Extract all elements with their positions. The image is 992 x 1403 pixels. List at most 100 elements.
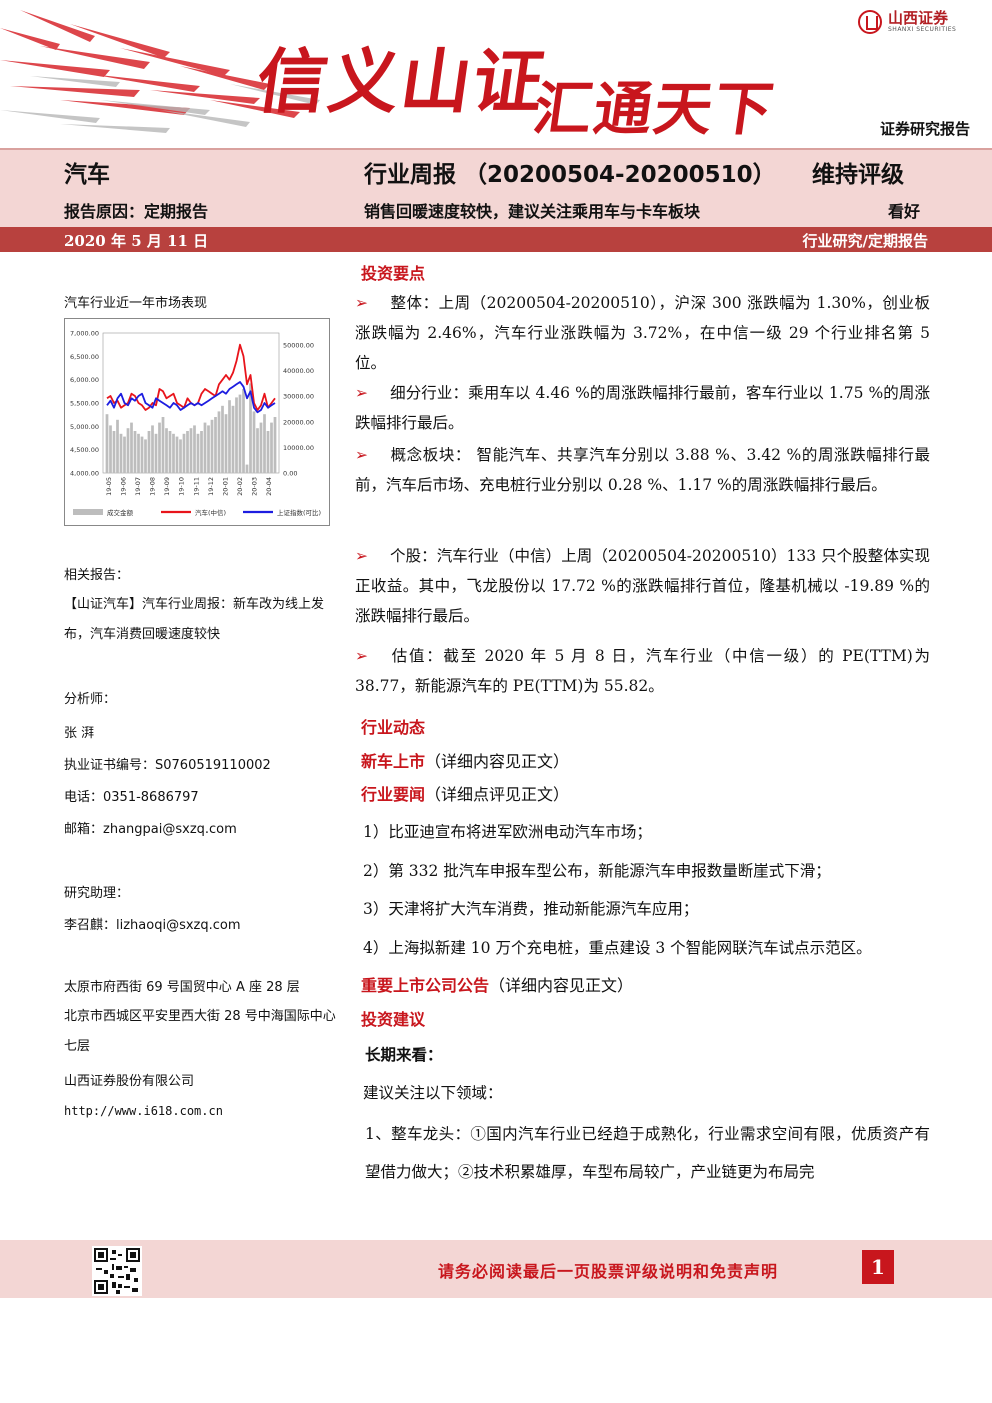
volume-bar: [137, 433, 140, 473]
bullet-overall: ➢ 整体：上周（20200504-20200510），沪深 300 涨跌幅为 1.…: [355, 288, 930, 378]
assistant-label: 研究助理：: [64, 886, 130, 901]
volume-bar: [214, 417, 217, 473]
analyst-name: 张 湃: [64, 726, 95, 741]
x-tick-label: 19-10: [178, 477, 186, 496]
disclaimer: 请务必阅读最后一页股票评级说明和免责声明: [438, 1262, 779, 1281]
volume-bar: [193, 425, 196, 473]
volume-bar: [109, 425, 112, 473]
x-tick-label: 20-02: [236, 477, 244, 496]
volume-bar: [238, 394, 242, 473]
volume-bar: [147, 431, 151, 473]
market-chart-svg: 7,000.00 6,500.00 6,000.00 5,500.00 5,000.00…: [70, 330, 321, 518]
date-band: 2020 年 5 月 11 日 行业研究/定期报告: [0, 227, 992, 252]
volume-bar: [252, 411, 256, 473]
bullet-arrow-icon: ➢: [355, 446, 368, 464]
y-right-tick-label: 50000.00: [283, 342, 314, 350]
assistant-contact[interactable]: 李召麒：lizhaoqi@sxzq.com: [64, 914, 241, 933]
x-tick-label: 19-08: [149, 477, 157, 496]
volume-bar: [210, 419, 214, 473]
volume-bar: [161, 417, 165, 473]
report-reason: 报告原因：定期报告: [64, 202, 209, 221]
volume-bar: [154, 433, 158, 473]
volume-bar: [200, 431, 203, 473]
volume-bar: [221, 405, 224, 473]
volume-bar: [140, 436, 144, 473]
y-right-tick-label: 10000.00: [283, 444, 314, 452]
legend-swatch: [73, 509, 103, 515]
volume-bar: [245, 464, 249, 473]
x-tick-label: 19-07: [134, 477, 142, 496]
volume-bar: [203, 422, 207, 473]
news-item: 1）比亚迪宣布将进军欧洲电动汽车市场；: [363, 823, 652, 841]
section-advice: 投资建议: [361, 1010, 426, 1029]
volume-bar: [231, 405, 235, 473]
related-label: 相关报告：: [64, 568, 130, 583]
bullet-concept: ➢ 概念板块： 智能汽车、共享汽车分别以 3.88 %、3.42 %的周涨跌幅排行…: [355, 440, 930, 500]
bullet-arrow-icon: ➢: [355, 647, 368, 665]
volume-bar: [224, 414, 228, 473]
volume-bar: [186, 431, 189, 473]
website-link[interactable]: http://www.i618.com.cn: [64, 1104, 223, 1118]
news-item: 4）上海拟新建 10 万个充电桩，重点建设 3 个智能网联汽车试点示范区。: [363, 939, 872, 957]
section-announcements: 重要上市公司公告（详细内容见正文）: [361, 976, 634, 995]
volume-bar: [235, 397, 238, 473]
cert-number: 执业证书编号：S0760519110002: [64, 758, 271, 773]
bullet-arrow-icon: ➢: [355, 547, 368, 565]
page-number: 1: [862, 1250, 894, 1284]
legend-label: 汽车(中信): [195, 508, 226, 517]
volume-bar: [144, 439, 147, 473]
analyst-label: 分析师：: [64, 692, 117, 707]
volume-bar: [263, 414, 266, 473]
y-right-tick-label: 20000.00: [283, 418, 314, 426]
email-link[interactable]: 邮箱：zhangpai@sxzq.com: [64, 818, 237, 837]
advice-point-1: 1、整车龙头：①国内汽车行业已经趋于成熟化，行业需求空间有限，优质资产有望借力做…: [365, 1125, 930, 1181]
news-item: 3）天津将扩大汽车消费，推动新能源汽车应用；: [363, 900, 699, 918]
volume-bar: [168, 431, 172, 473]
industry-label: 汽车: [64, 162, 110, 188]
x-tick-label: 19-09: [163, 477, 171, 496]
legend-label: 上证指数(可比): [277, 508, 321, 517]
volume-bar: [130, 422, 133, 473]
bullet-arrow-icon: ➢: [355, 294, 368, 312]
bullet-arrow-icon: ➢: [355, 384, 368, 402]
y-left-tick-label: 5,500.00: [70, 400, 99, 408]
y-left-tick-label: 5,000.00: [70, 423, 99, 431]
y-left-tick-label: 7,000.00: [70, 330, 99, 338]
section-news: 行业要闻（详细点评见正文）: [361, 785, 570, 804]
section-highlights: 投资要点: [361, 264, 426, 283]
market-chart: 7,000.00 6,500.00 6,000.00 5,500.00 5,000.00…: [64, 318, 330, 526]
x-tick-label: 19-05: [105, 477, 113, 496]
section-dynamics: 行业动态: [361, 718, 426, 737]
volume-bar: [189, 428, 193, 473]
report-date: 2020 年 5 月 11 日: [64, 232, 209, 250]
volume-bar: [196, 433, 200, 473]
volume-bar: [165, 428, 168, 473]
related-report-link[interactable]: 【山证汽车】汽车行业周报：新车改为线上发布，汽车消费回暖速度较快: [64, 590, 336, 650]
report-headline: 销售回暖速度较快，建议关注乘用车与卡车板块: [364, 202, 701, 221]
x-tick-label: 19-06: [120, 477, 128, 496]
report-category: 行业研究/定期报告: [802, 232, 928, 250]
volume-bar: [217, 411, 221, 473]
volume-bar: [207, 425, 210, 473]
suggest-intro: 建议关注以下领域：: [363, 1084, 503, 1102]
volume-bar: [182, 433, 186, 473]
y-left-tick-label: 6,500.00: [70, 353, 99, 361]
volume-bar: [126, 428, 130, 473]
volume-bar: [175, 436, 179, 473]
company-name: 山西证券股份有限公司: [64, 1074, 195, 1089]
chart-title: 汽车行业近一年市场表现: [64, 296, 208, 311]
logo-en: SHANXI SECURITIES: [888, 26, 957, 33]
volume-bar: [266, 431, 270, 473]
doc-type: 证券研究报告: [879, 120, 970, 138]
long-term-heading: 长期来看：: [365, 1046, 443, 1064]
news-item: 2）第 332 批汽车申报车型公布，新能源汽车申报数量断崖式下滑；: [363, 862, 831, 880]
volume-bar: [151, 425, 154, 473]
logo-cn: 山西证券: [888, 9, 949, 27]
x-tick-label: 20-01: [221, 477, 229, 496]
y-left-tick-label: 4,000.00: [70, 470, 99, 478]
x-tick-label: 19-11: [192, 477, 200, 496]
legend-label: 成交金额: [107, 508, 134, 517]
y-right-tick-label: 0.00: [283, 470, 297, 478]
bullet-valuation: ➢ 估值：截至 2020 年 5 月 8 日，汽车行业（中信一级）的 PE(TTM…: [355, 641, 930, 701]
volume-bar: [270, 422, 273, 473]
